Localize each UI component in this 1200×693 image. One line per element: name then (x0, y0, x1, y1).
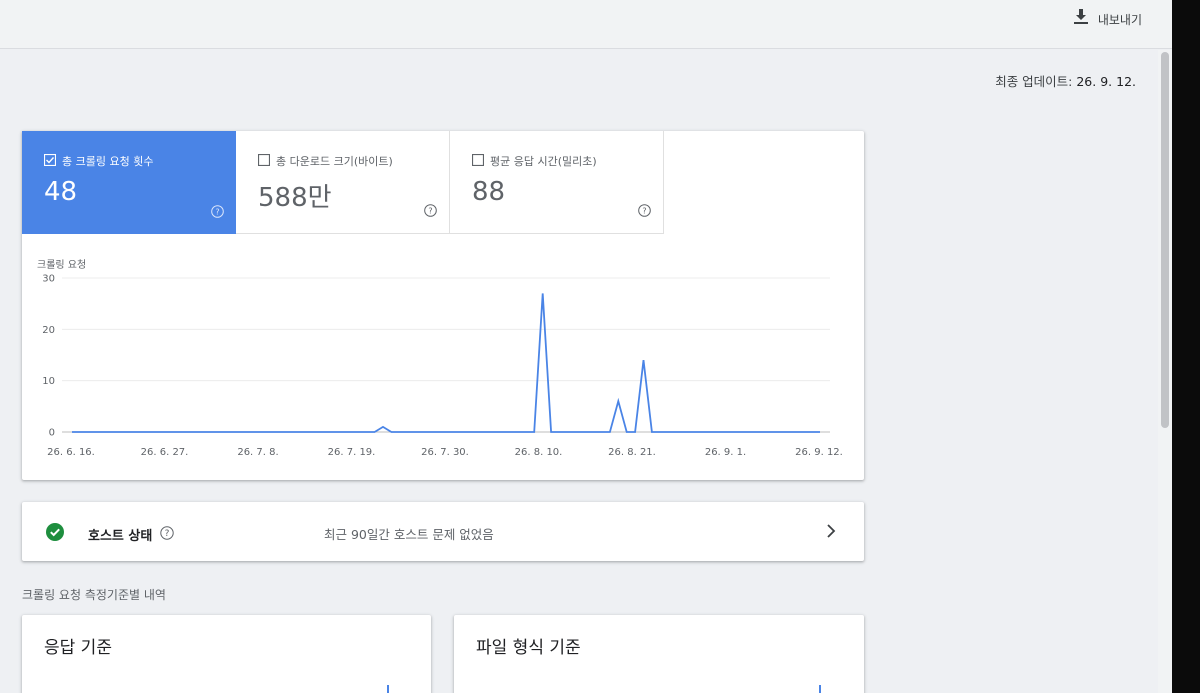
check-circle-icon (46, 523, 64, 545)
x-tick-label: 26. 8. 21. (608, 447, 656, 458)
help-icon[interactable]: ? (160, 525, 175, 544)
last-updated-label: 최종 업데이트: (995, 74, 1073, 89)
crawl-stats-card: 총 크롤링 요청 횟수 48 ? 총 다운로드 크기(바이트) 588만 ? 평… (22, 131, 864, 480)
crawl-requests-line-chart: 0 10 20 30 26. 6. 16. 26. 6. 27. 26. 7. 8. 26. … (42, 274, 843, 459)
help-icon[interactable]: ? (638, 202, 651, 221)
metric-value: 88 (472, 177, 506, 207)
svg-text:?: ? (215, 207, 219, 216)
breakdown-card-response: 응답 기준 (22, 615, 431, 693)
y-tick-label: 30 (42, 274, 55, 285)
x-tick-label: 26. 9. 12. (795, 447, 843, 458)
metric-total-crawl-requests[interactable]: 총 크롤링 요청 횟수 48 ? (22, 131, 236, 234)
chevron-right-icon[interactable] (826, 523, 836, 543)
export-button[interactable]: 내보내기 (1073, 9, 1142, 29)
metric-average-response-time[interactable]: 평균 응답 시간(밀리초) 88 ? (450, 131, 664, 234)
last-updated: 최종 업데이트: 26. 9. 12. (995, 71, 1136, 90)
last-updated-value: 26. 9. 12. (1076, 74, 1136, 89)
y-tick-label: 20 (42, 325, 55, 336)
x-tick-label: 26. 6. 16. (47, 447, 95, 458)
y-tick-label: 0 (49, 428, 55, 439)
host-status-text: 최근 90일간 호스트 문제 없었음 (324, 527, 494, 542)
svg-text:?: ? (165, 529, 170, 539)
metric-value: 48 (44, 177, 78, 207)
series-line (72, 293, 820, 433)
window-edge (1172, 0, 1200, 693)
export-label: 내보내기 (1097, 12, 1142, 27)
metric-value: 588만 (258, 183, 332, 213)
checkbox-unchecked-icon[interactable] (257, 153, 271, 169)
svg-text:?: ? (428, 206, 432, 215)
checkbox-checked-icon[interactable] (43, 153, 57, 169)
x-tick-label: 26. 7. 8. (237, 447, 278, 458)
card-title: 파일 형식 기준 (476, 638, 581, 658)
breakdown-card-file-type: 파일 형식 기준 (454, 615, 864, 693)
x-tick-label: 26. 8. 10. (515, 447, 563, 458)
checkbox-unchecked-icon[interactable] (471, 153, 485, 169)
metric-label: 평균 응답 시간(밀리초) (490, 155, 597, 168)
card-title: 응답 기준 (44, 638, 112, 658)
y-tick-label: 10 (42, 376, 55, 387)
host-status-card[interactable]: 호스트 상태 ? 최근 90일간 호스트 문제 없었음 (22, 502, 864, 561)
bar-edge (819, 685, 821, 693)
bar-edge (387, 685, 389, 693)
x-tick-label: 26. 7. 19. (328, 447, 376, 458)
x-tick-label: 26. 7. 30. (421, 447, 469, 458)
help-icon[interactable]: ? (211, 203, 224, 222)
x-tick-label: 26. 9. 1. (705, 447, 746, 458)
scrollbar-thumb[interactable] (1161, 52, 1169, 428)
breakdown-section-title: 크롤링 요청 측정기준별 내역 (22, 588, 166, 602)
metric-label: 총 다운로드 크기(바이트) (276, 155, 393, 168)
x-tick-label: 26. 6. 27. (141, 447, 189, 458)
metric-total-download-size[interactable]: 총 다운로드 크기(바이트) 588만 ? (236, 131, 450, 234)
download-icon (1073, 9, 1088, 29)
host-status-title: 호스트 상태 (88, 528, 153, 544)
metric-label: 총 크롤링 요청 횟수 (62, 155, 154, 168)
help-icon[interactable]: ? (424, 202, 437, 221)
top-bar: 내보내기 (0, 0, 1172, 49)
svg-text:?: ? (642, 206, 646, 215)
